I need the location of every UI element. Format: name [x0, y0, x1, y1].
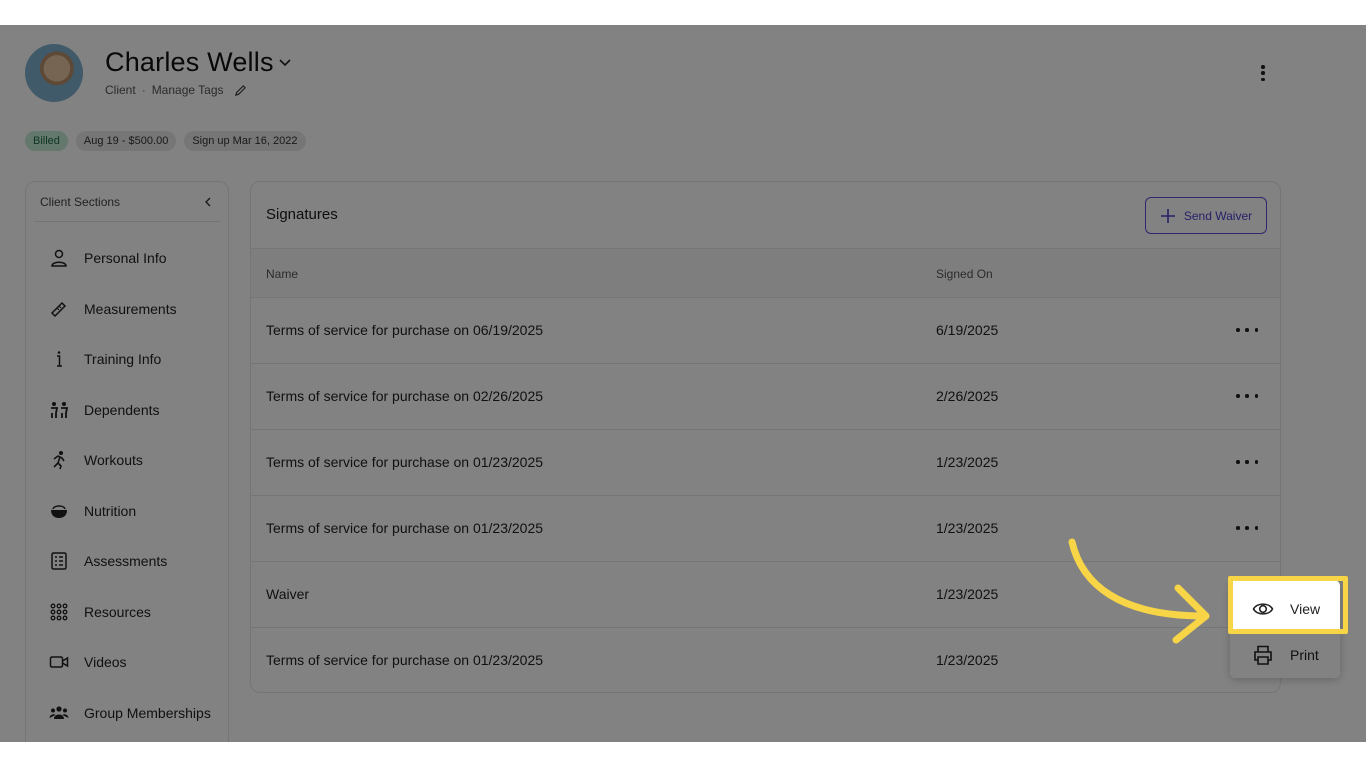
ruler-icon — [48, 298, 70, 320]
app-stage: Charles Wells Client · Manage Tags Bille… — [0, 25, 1366, 742]
pencil-icon[interactable] — [234, 84, 247, 97]
row-more-icon[interactable] — [1236, 394, 1258, 400]
signature-name: Terms of service for purchase on 02/26/2… — [266, 388, 544, 404]
avatar[interactable] — [25, 44, 83, 102]
signature-date: 6/19/2025 — [936, 322, 999, 338]
signature-date: 1/23/2025 — [936, 652, 999, 668]
sidebar-item-label: Training Info — [84, 351, 162, 367]
menu-dim-overlay — [1230, 632, 1340, 678]
video-icon — [48, 651, 70, 673]
table-row[interactable]: Terms of service for purchase on 01/23/2… — [251, 430, 1280, 496]
sidebar-item-label: Measurements — [84, 301, 177, 317]
sidebar-item-group-memberships[interactable]: Group Memberships — [26, 688, 230, 738]
signature-date: 1/23/2025 — [936, 520, 999, 536]
signature-date: 1/23/2025 — [936, 454, 999, 470]
table-row[interactable]: Terms of service for purchase on 06/19/2… — [251, 298, 1280, 364]
signature-date: 1/23/2025 — [936, 586, 999, 602]
sidebar-item-label: Assessments — [84, 553, 168, 569]
sidebar-item-assessments[interactable]: Assessments — [26, 536, 230, 586]
signup-badge: Sign up Mar 16, 2022 — [184, 131, 306, 151]
signature-name: Waiver — [266, 586, 310, 602]
signature-name: Terms of service for purchase on 01/23/2… — [266, 454, 544, 470]
client-chips: Billed Aug 19 - $500.00 Sign up Mar 16, … — [25, 131, 306, 151]
row-more-icon[interactable] — [1236, 460, 1258, 466]
client-subline: Client · Manage Tags — [105, 83, 247, 97]
highlight-box — [1228, 576, 1348, 634]
family-icon — [48, 399, 70, 421]
table-row[interactable]: Terms of service for purchase on 02/26/2… — [251, 364, 1280, 430]
plus-icon — [1160, 208, 1175, 223]
sidebar-item-label: Resources — [84, 604, 151, 620]
sidebar-item-label: Personal Info — [84, 250, 167, 266]
status-badge: Billed — [25, 131, 68, 151]
sidebar-item-dependents[interactable]: Dependents — [26, 385, 230, 435]
sidebar-item-workouts[interactable]: Workouts — [26, 435, 230, 485]
bowl-icon — [48, 500, 70, 522]
sidebar-item-resources[interactable]: Resources — [26, 587, 230, 637]
signature-date: 2/26/2025 — [936, 388, 999, 404]
row-more-icon[interactable] — [1236, 328, 1258, 334]
client-role: Client — [105, 83, 136, 97]
client-name[interactable]: Charles Wells — [105, 47, 274, 78]
signature-name: Terms of service for purchase on 01/23/2… — [266, 652, 544, 668]
separator: · — [141, 83, 146, 97]
sidebar-item-label: Nutrition — [84, 503, 137, 519]
table-header: Name Signed On — [251, 248, 1280, 298]
signature-name: Terms of service for purchase on 01/23/2… — [266, 520, 544, 536]
person-icon — [48, 247, 70, 269]
page-title: Signatures — [266, 206, 338, 223]
info-icon — [48, 348, 70, 370]
manage-tags-link[interactable]: Manage Tags — [152, 83, 224, 97]
group-icon — [48, 702, 70, 724]
sidebar-item-measurements[interactable]: Measurements — [26, 284, 230, 334]
send-waiver-label: Send Waiver — [1183, 208, 1253, 223]
sidebar-item-training-info[interactable]: Training Info — [26, 334, 230, 384]
row-more-icon[interactable] — [1236, 526, 1258, 532]
send-waiver-button[interactable]: Send Waiver — [1145, 197, 1267, 234]
more-options-icon[interactable] — [1254, 63, 1272, 83]
running-icon — [48, 449, 70, 471]
sidebar-item-label: Dependents — [84, 402, 160, 418]
sidebar-item-label: Workouts — [84, 452, 143, 468]
sidebar-item-nutrition[interactable]: Nutrition — [26, 486, 230, 536]
sidebar-item-label: Videos — [84, 654, 127, 670]
sidebar-header: Client Sections — [34, 182, 220, 222]
sidebar-item-videos[interactable]: Videos — [26, 637, 230, 687]
grid-icon — [48, 601, 70, 623]
payment-badge: Aug 19 - $500.00 — [75, 131, 177, 151]
sidebar-title: Client Sections — [40, 194, 121, 209]
chevron-left-icon[interactable] — [202, 196, 214, 208]
chevron-down-icon[interactable] — [278, 55, 292, 69]
client-sections-sidebar: Client Sections Personal Info Measuremen… — [25, 181, 229, 742]
checklist-icon — [48, 550, 70, 572]
signature-name: Terms of service for purchase on 06/19/2… — [266, 322, 544, 338]
column-header-name: Name — [266, 267, 299, 281]
column-header-signed-on: Signed On — [936, 267, 993, 281]
sidebar-item-label: Group Memberships — [84, 705, 211, 721]
sidebar-item-personal-info[interactable]: Personal Info — [26, 233, 230, 283]
pointer-arrow-icon — [1068, 538, 1210, 644]
